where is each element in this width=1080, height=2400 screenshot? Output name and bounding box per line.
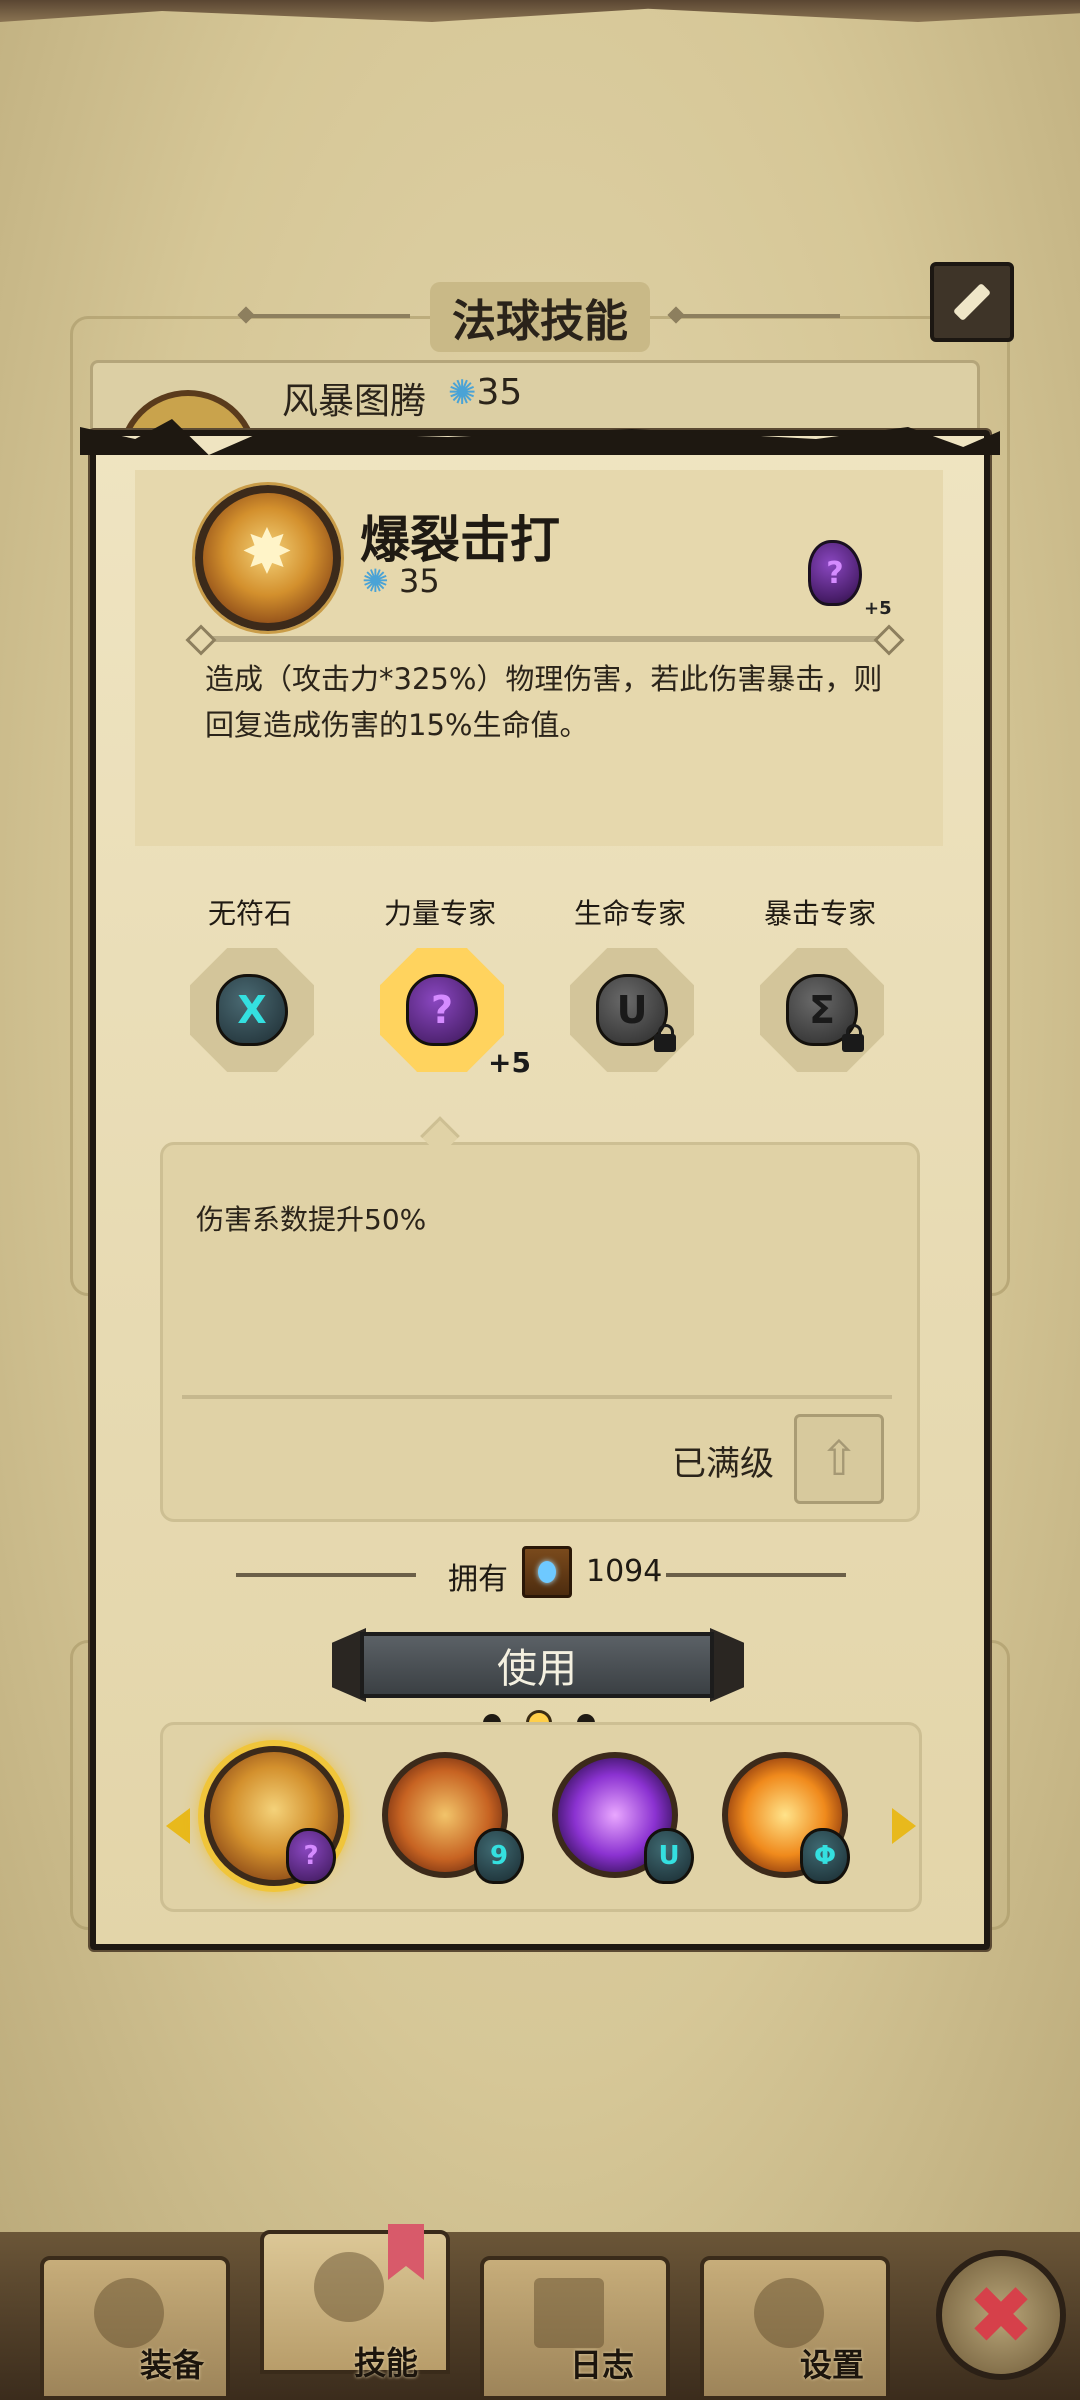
teal-rune-icon: U — [644, 1828, 694, 1884]
skill-book-icon — [522, 1546, 572, 1598]
tab-equipment[interactable]: 装备 — [40, 2256, 230, 2400]
rune-label-none: 无符石 — [207, 897, 292, 930]
use-button[interactable]: 使用 — [360, 1632, 714, 1698]
burst-strike-icon — [195, 485, 341, 631]
rune-bonus-label: +5 — [488, 1046, 531, 1079]
rune-label-crit: 暴击专家 — [763, 897, 876, 930]
axe-icon — [94, 2278, 164, 2348]
skill-description: 造成（攻击力*325%）物理伤害，若此伤害暴击，则回复造成伤害的15%生命值。 — [205, 662, 883, 742]
tab-label: 技能 — [354, 2344, 419, 2382]
purple-rune-icon: ? — [286, 1828, 336, 1884]
back-skill-name: 风暴图腾 — [282, 381, 427, 422]
carousel-left-arrow-icon[interactable] — [166, 1808, 190, 1844]
title-rule-right — [670, 314, 840, 318]
pencil-icon — [952, 282, 992, 322]
owned-label: 拥有 — [448, 1562, 508, 1597]
teal-rune-icon: Φ — [800, 1828, 850, 1884]
teal-rune-icon: 9 — [474, 1828, 524, 1884]
cost-gear-icon: ✺ — [448, 373, 477, 413]
section-title: 法球技能 — [430, 282, 650, 352]
owned-rule-left — [236, 1573, 416, 1577]
equipped-rune-bonus: +5 — [864, 598, 892, 619]
gear-icon — [754, 2278, 824, 2348]
tab-label: 装备 — [140, 2346, 205, 2384]
owned-rule-right — [666, 1573, 846, 1577]
carousel-right-arrow-icon[interactable] — [892, 1808, 916, 1844]
skill-divider — [200, 636, 890, 642]
cost-gear-icon: ✺ — [362, 562, 389, 600]
up-arrow-icon: ⇧ — [818, 1431, 860, 1487]
back-skill-cost: ✺35 — [448, 372, 523, 413]
upgrade-button[interactable]: ⇧ — [794, 1414, 884, 1504]
close-button[interactable]: ✖ — [936, 2250, 1066, 2380]
max-level-label: 已满级 — [672, 1444, 774, 1484]
tab-label: 日志 — [570, 2346, 635, 2384]
detail-divider — [182, 1395, 892, 1399]
tab-journal[interactable]: 日志 — [480, 2256, 670, 2400]
equipped-rune-icon: ? — [808, 540, 862, 606]
rune-label-life: 生命专家 — [573, 897, 686, 930]
rune-detail-text: 伤害系数提升50% — [196, 1203, 427, 1236]
skill-icon — [314, 2252, 384, 2322]
teal-rune-icon: X — [216, 974, 288, 1046]
rune-label-strength: 力量专家 — [383, 897, 496, 930]
skill-cost: ✺ 35 — [362, 562, 440, 600]
purple-rune-icon: ? — [406, 974, 478, 1046]
close-icon: ✖ — [967, 2268, 1035, 2362]
tab-settings[interactable]: 设置 — [700, 2256, 890, 2400]
title-rule-left — [240, 314, 410, 318]
lock-icon — [842, 1024, 864, 1052]
owned-count: 1094 — [586, 1554, 663, 1589]
edit-button[interactable] — [930, 262, 1014, 342]
tab-label: 设置 — [800, 2346, 865, 2384]
lock-icon — [654, 1024, 676, 1052]
journal-icon — [534, 2278, 604, 2348]
